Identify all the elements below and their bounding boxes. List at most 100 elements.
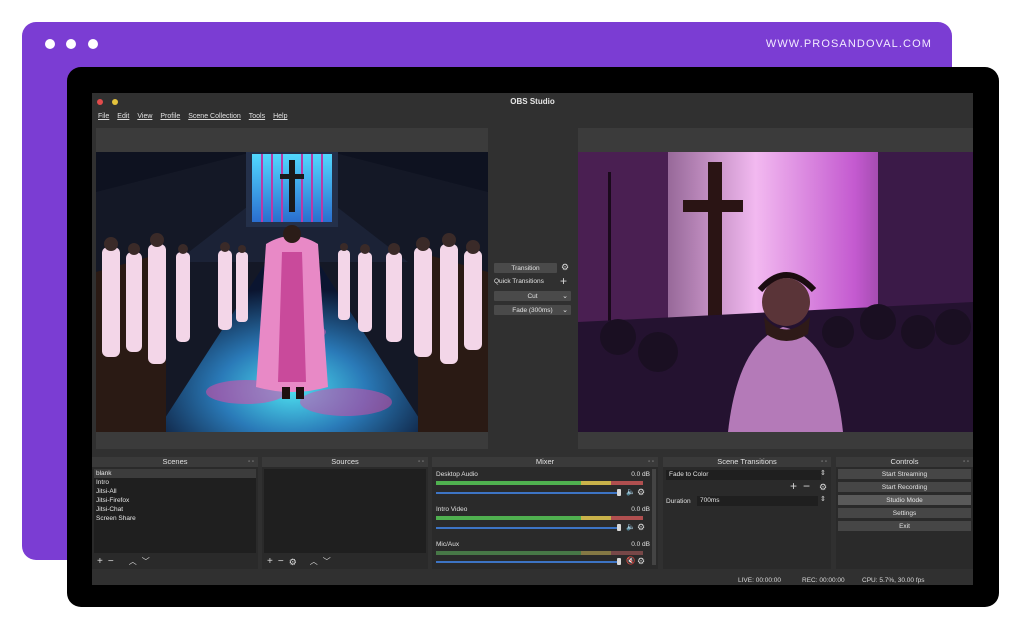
dock-float-icon[interactable]: ▫ ▫ [821, 457, 827, 467]
procession-scene-image [578, 152, 973, 432]
speaker-icon[interactable]: 🔈 [626, 487, 635, 496]
add-scene-icon[interactable]: + [97, 555, 103, 569]
scenes-dock: Scenes ▫ ▫ blank Intro Jitsi-All Jitsi-F… [92, 457, 258, 569]
program-footer [578, 432, 973, 449]
start-recording-button[interactable]: Start Recording [838, 482, 971, 492]
volume-slider-handle[interactable] [617, 558, 621, 565]
channel-gear-icon[interactable]: ⚙ [637, 487, 645, 498]
move-up-icon[interactable]: ︿ [129, 555, 137, 569]
program-image[interactable] [578, 152, 973, 432]
move-up-icon[interactable]: ︿ [310, 555, 318, 569]
menu-tools[interactable]: Tools [249, 113, 265, 120]
add-transition-icon[interactable]: + [560, 274, 567, 288]
channel-db: 0.0 dB [631, 471, 650, 478]
menu-help[interactable]: Help [273, 113, 287, 120]
scene-item-jitsi-all[interactable]: Jitsi-All [94, 487, 256, 496]
scenes-title: Scenes [162, 457, 188, 466]
duration-stepper-icon[interactable]: ⇕ [820, 495, 826, 503]
dock-float-icon[interactable]: ▫ ▫ [248, 457, 254, 467]
transition-select-value: Fade to Color [669, 471, 709, 478]
controls-dock: Controls ▫ ▫ Start Streaming Start Recor… [836, 457, 973, 569]
move-down-icon[interactable]: ﹀ [142, 555, 150, 569]
cpu-status: CPU: 5.7%, 30.00 fps [862, 577, 925, 584]
window-dot-icon [66, 39, 76, 49]
scene-item-intro[interactable]: Intro [94, 478, 256, 487]
mixer-scrollbar[interactable] [652, 469, 656, 565]
volume-slider[interactable] [436, 492, 619, 494]
audio-meter [436, 551, 643, 555]
live-status: LIVE: 00:00:00 [738, 577, 782, 584]
preview-footer [96, 432, 488, 449]
duration-value: 700ms [700, 497, 720, 504]
rec-status: REC: 00:00:00 [802, 577, 845, 584]
scene-item-blank[interactable]: blank [94, 469, 256, 478]
volume-slider[interactable] [436, 561, 619, 563]
channel-db: 0.0 dB [631, 541, 650, 548]
scene-item-jitsi-firefox[interactable]: Jitsi-Firefox [94, 496, 256, 505]
studio-mode-button[interactable]: Studio Mode [838, 495, 971, 505]
duration-field[interactable]: 700ms [697, 496, 818, 506]
channel-gear-icon[interactable]: ⚙ [637, 522, 645, 533]
volume-slider-handle[interactable] [617, 489, 621, 496]
duration-label: Duration [666, 498, 691, 505]
volume-slider[interactable] [436, 527, 619, 529]
scenes-toolbar: + − ︿ ﹀ [92, 555, 258, 569]
exit-button[interactable]: Exit [838, 521, 971, 531]
start-streaming-button[interactable]: Start Streaming [838, 469, 971, 479]
window-dot-icon [45, 39, 55, 49]
scene-transitions-dock: Scene Transitions ▫ ▫ Fade to Color ⇕ + … [663, 457, 831, 569]
scene-list: blank Intro Jitsi-All Jitsi-Firefox Jits… [94, 469, 256, 553]
menu-bar: File Edit View Profile Scene Collection … [98, 113, 288, 120]
obs-window: OBS Studio File Edit View Profile Scene … [92, 93, 973, 585]
sources-title: Sources [331, 457, 359, 466]
menu-profile[interactable]: Profile [160, 113, 180, 120]
menu-scene-collection[interactable]: Scene Collection [188, 113, 241, 120]
channel-name: Intro Video [436, 506, 468, 513]
menu-file[interactable]: File [98, 113, 109, 120]
add-transition-icon[interactable]: + [790, 479, 797, 493]
move-down-icon[interactable]: ﹀ [323, 555, 331, 569]
fade-label: Fade (300ms) [512, 306, 553, 314]
audio-meter [436, 516, 643, 520]
cut-label: Cut [527, 292, 538, 300]
dock-float-icon[interactable]: ▫ ▫ [418, 457, 424, 467]
window-dot-icon [88, 39, 98, 49]
sources-dock: Sources ▫ ▫ + − ⚙ ︿ ﹀ [262, 457, 428, 569]
chevron-down-icon: ⌄ [562, 293, 568, 300]
mixer-title-bar: Mixer ▫ ▫ [432, 457, 658, 467]
preview-image[interactable] [96, 152, 488, 432]
channel-gear-icon[interactable]: ⚙ [637, 556, 645, 567]
scene-item-screen-share[interactable]: Screen Share [94, 514, 256, 523]
sources-title-bar: Sources ▫ ▫ [262, 457, 428, 467]
settings-button[interactable]: Settings [838, 508, 971, 518]
transition-select[interactable]: Fade to Color [666, 470, 821, 480]
source-list[interactable] [264, 469, 426, 553]
scene-transitions-title: Scene Transitions [717, 457, 777, 466]
select-arrows-icon[interactable]: ⇕ [820, 469, 826, 477]
menu-edit[interactable]: Edit [117, 113, 129, 120]
transition-button[interactable]: Transition [494, 263, 557, 273]
controls-title: Controls [890, 457, 919, 466]
transition-gear-icon[interactable]: ⚙ [561, 262, 569, 273]
menu-view[interactable]: View [137, 113, 152, 120]
speaker-muted-icon[interactable]: 🔇 [626, 556, 635, 565]
sources-toolbar: + − ⚙ ︿ ﹀ [262, 555, 428, 569]
speaker-icon[interactable]: 🔈 [626, 522, 635, 531]
cut-button[interactable]: Cut ⌄ [494, 291, 571, 301]
dock-float-icon[interactable]: ▫ ▫ [963, 457, 969, 467]
fade-button[interactable]: Fade (300ms) ⌄ [494, 305, 571, 315]
add-source-icon[interactable]: + [267, 555, 273, 569]
scene-item-jitsi-chat[interactable]: Jitsi-Chat [94, 505, 256, 514]
preview-header [96, 128, 488, 152]
transition-gear-icon[interactable]: ⚙ [819, 482, 827, 493]
church-scene-image [96, 152, 488, 432]
source-settings-gear-icon[interactable]: ⚙ [289, 555, 297, 569]
scene-transitions-title-bar: Scene Transitions ▫ ▫ [663, 457, 831, 467]
remove-source-icon[interactable]: − [278, 555, 284, 569]
site-url: WWW.PROSANDOVAL.COM [765, 38, 932, 50]
dock-float-icon[interactable]: ▫ ▫ [648, 457, 654, 467]
volume-slider-handle[interactable] [617, 524, 621, 531]
mixer-dock: Mixer ▫ ▫ Desktop Audio 0.0 dB 🔈 ⚙ Intro… [432, 457, 658, 569]
remove-transition-icon[interactable]: − [803, 479, 810, 493]
remove-scene-icon[interactable]: − [108, 555, 114, 569]
